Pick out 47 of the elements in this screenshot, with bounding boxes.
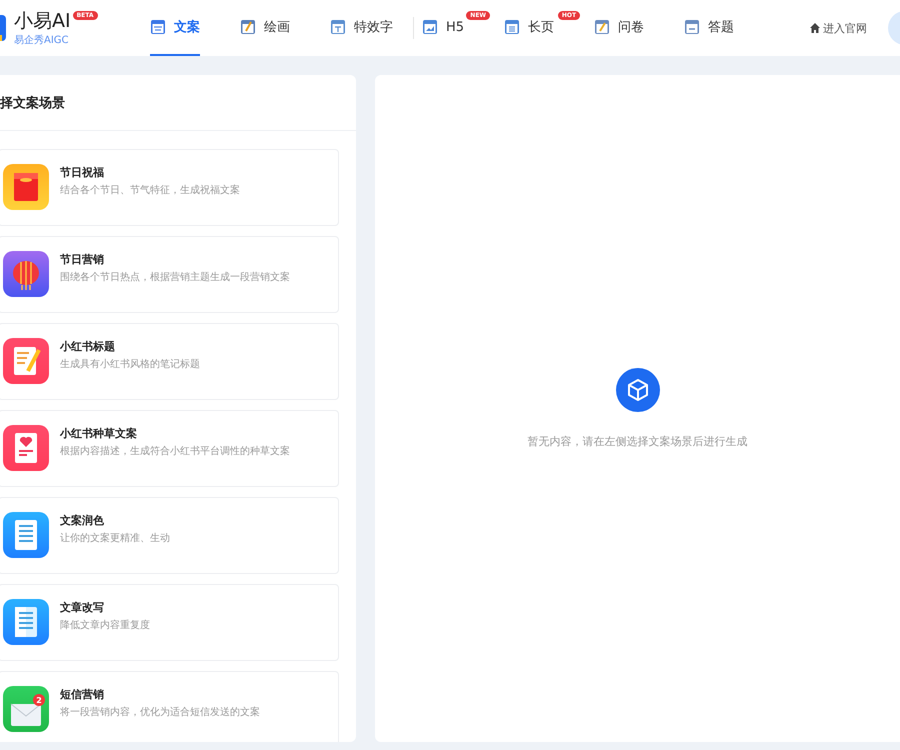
nav-tab[interactable]: 绘画	[240, 0, 290, 56]
document-icon	[3, 599, 49, 645]
scene-title: 节日营销	[60, 252, 105, 267]
scene-card[interactable]: 节日营销 围绕各个节日热点，根据营销主题生成一段营销文案	[0, 236, 339, 313]
scene-description: 根据内容描述，生成符合小红书平台调性的种草文案	[60, 444, 290, 458]
scene-description: 让你的文案更精准、生动	[60, 532, 170, 545]
pencil-icon	[594, 19, 610, 35]
envelope-icon: 2	[3, 686, 49, 732]
scene-description: 将一段营销内容，优化为适合短信发送的文案	[60, 706, 260, 719]
calendar-icon	[150, 19, 166, 35]
scene-card[interactable]: 文章改写 降低文章内容重复度	[0, 584, 339, 661]
brand-name: 小易AI	[14, 9, 71, 33]
scene-title: 小红书标题	[60, 339, 116, 354]
home-icon	[810, 23, 820, 33]
scene-card[interactable]: 文案润色 让你的文案更精准、生动	[0, 497, 339, 574]
nav-tab[interactable]: 答题	[684, 0, 734, 56]
money-envelope-icon	[3, 164, 49, 210]
picture-icon	[422, 19, 438, 35]
page-icon	[504, 19, 520, 35]
scene-card[interactable]: 节日祝福 结合各个节日、节气特征，生成祝福文案	[0, 149, 339, 226]
brand-subtitle: 易企秀AIGC	[14, 34, 70, 47]
scene-card[interactable]: 2 短信营销 将一段营销内容，优化为适合短信发送的文案	[0, 671, 339, 742]
score-icon	[684, 19, 700, 35]
scene-title: 节日祝福	[60, 165, 105, 180]
heart-card-icon	[3, 425, 49, 471]
empty-message: 暂无内容，请在左侧选择文案场景后进行生成	[528, 434, 748, 449]
scene-card[interactable]: 小红书种草文案 根据内容描述，生成符合小红书平台调性的种草文案	[0, 410, 339, 487]
document-icon	[3, 512, 49, 558]
nav-tab[interactable]: 文案	[150, 0, 200, 56]
home-link[interactable]: 进入官网	[810, 20, 868, 36]
scene-title: 小红书种草文案	[60, 426, 138, 441]
scene-card[interactable]: 小红书标题 生成具有小红书风格的笔记标题	[0, 323, 339, 400]
nav-tab[interactable]: 特效字	[330, 0, 393, 56]
panel-title: 择文案场景	[0, 75, 356, 131]
lantern-icon	[3, 251, 49, 297]
character-icon	[330, 19, 346, 35]
scene-title: 短信营销	[60, 687, 105, 702]
brush-icon	[240, 19, 256, 35]
scene-description: 降低文章内容重复度	[60, 618, 150, 632]
note-pencil-icon	[3, 338, 49, 384]
cube-icon	[616, 368, 660, 412]
scene-title: 文章改写	[60, 600, 105, 615]
scene-description: 结合各个节日、节气特征，生成祝福文案	[60, 184, 240, 197]
scene-description: 围绕各个节日热点，根据营销主题生成一段营销文案	[60, 270, 290, 284]
nav-tab[interactable]: 问卷	[594, 0, 644, 56]
scene-title: 文案润色	[60, 513, 105, 528]
scene-description: 生成具有小红书风格的笔记标题	[60, 358, 200, 371]
